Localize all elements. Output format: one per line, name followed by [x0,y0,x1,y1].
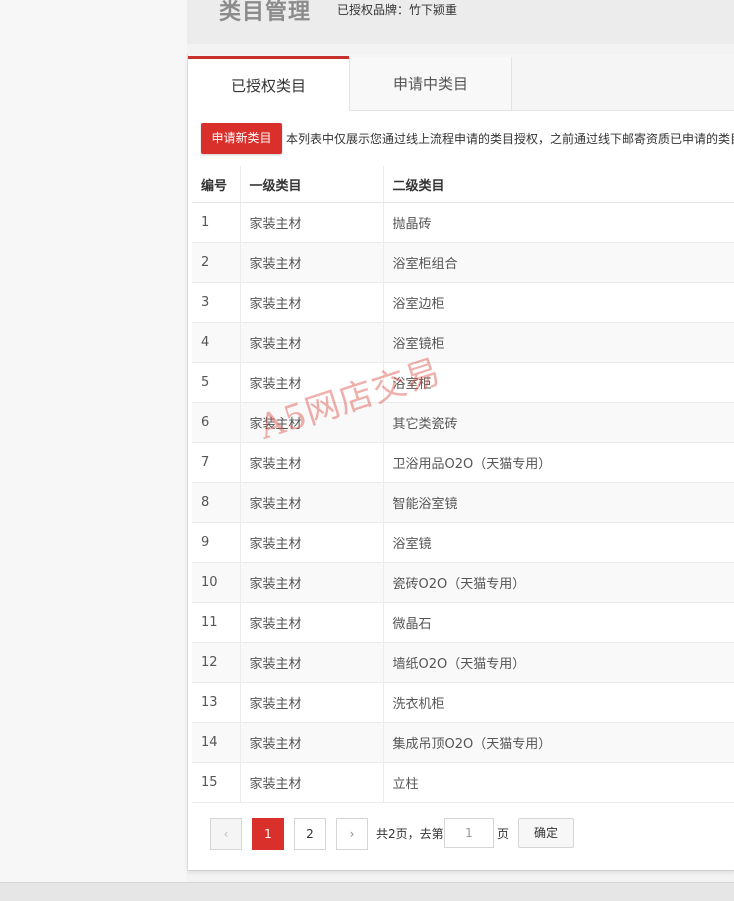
table-row: 12 家装主材 墙纸O2O（天猫专用） [192,642,734,683]
table-row: 14 家装主材 集成吊顶O2O（天猫专用） [192,722,734,763]
table-row: 15 家装主材 立柱 [192,762,734,803]
cell-level1-category: 家装主材 [240,242,384,283]
prev-page-button[interactable]: ‹ [210,818,242,850]
bottom-strip [0,882,734,901]
cell-number: 2 [192,242,241,283]
table-row: 1 家装主材 抛晶砖 [192,202,734,243]
column-header-level2: 二级类目 [383,166,734,203]
table-row: 9 家装主材 浴室镜 [192,522,734,563]
cell-number: 4 [192,322,241,363]
cell-level1-category: 家装主材 [240,762,384,803]
cell-level2-category: 立柱 [383,762,734,803]
page-number-input[interactable]: 1 [444,818,494,848]
cell-level1-category: 家装主材 [240,322,384,363]
table-header-row: 编号 一级类目 二级类目 [192,166,734,203]
notice-text: 本列表中仅展示您通过线上流程申请的类目授权，之前通过线下邮寄资质已申请的类目 [286,132,734,146]
cell-level1-category: 家装主材 [240,562,384,603]
page-button-2[interactable]: 2 [294,818,326,850]
table-row: 3 家装主材 浴室边柜 [192,282,734,323]
cell-level1-category: 家装主材 [240,282,384,323]
page-title: 类目管理 [219,0,312,25]
cell-level2-category: 其它类瓷砖 [383,402,734,443]
next-page-button[interactable]: › [336,818,368,850]
cell-level1-category: 家装主材 [240,642,384,683]
table-row: 4 家装主材 浴室镜柜 [192,322,734,363]
cell-level2-category: 集成吊顶O2O（天猫专用） [383,722,734,763]
tab-bar: 已授权类目 申请中类目 [188,54,734,114]
cell-level2-category: 墙纸O2O（天猫专用） [383,642,734,683]
brand-label: 已授权品牌：竹下颍重 [337,3,458,17]
page-suffix-text: 页 [497,827,510,841]
category-table: 编号 一级类目 二级类目 1 家装主材 抛晶砖 2 家装主材 浴室柜组合 3 家装主材 浴室边柜… [192,166,734,803]
cell-level2-category: 卫浴用品O2O（天猫专用） [383,442,734,483]
cell-number: 5 [192,362,241,403]
cell-level2-category: 洗衣机柜 [383,682,734,723]
cell-level2-category: 浴室边柜 [383,282,734,323]
cell-number: 11 [192,602,241,643]
apply-new-category-button[interactable]: 申请新类目 [201,123,282,154]
cell-number: 13 [192,682,241,723]
cell-level1-category: 家装主材 [240,682,384,723]
cell-level2-category: 浴室柜 [383,362,734,403]
cell-level1-category: 家装主材 [240,202,384,243]
cell-level1-category: 家装主材 [240,522,384,563]
cell-level2-category: 浴室镜柜 [383,322,734,363]
column-header-level1: 一级类目 [240,166,384,203]
cell-level1-category: 家装主材 [240,722,384,763]
cell-level1-category: 家装主材 [240,482,384,523]
cell-number: 6 [192,402,241,443]
confirm-page-button[interactable]: 确定 [518,818,574,848]
cell-level2-category: 浴室柜组合 [383,242,734,283]
cell-number: 1 [192,202,241,243]
cell-number: 3 [192,282,241,323]
cell-level2-category: 浴室镜 [383,522,734,563]
cell-number: 7 [192,442,241,483]
cell-level2-category: 微晶石 [383,602,734,643]
table-row: 5 家装主材 浴室柜 [192,362,734,403]
category-panel: 已授权类目 申请中类目 申请新类目 本列表中仅展示您通过线上流程申请的类目授权，… [187,54,734,871]
cell-level2-category: 智能浴室镜 [383,482,734,523]
table-row: 2 家装主材 浴室柜组合 [192,242,734,283]
cell-level1-category: 家装主材 [240,402,384,443]
cell-level1-category: 家装主材 [240,442,384,483]
cell-number: 9 [192,522,241,563]
cell-level2-category: 瓷砖O2O（天猫专用） [383,562,734,603]
column-header-number: 编号 [192,166,241,203]
table-row: 8 家装主材 智能浴室镜 [192,482,734,523]
cell-number: 10 [192,562,241,603]
table-row: 11 家装主材 微晶石 [192,602,734,643]
tab-authorized-categories[interactable]: 已授权类目 [188,56,349,114]
cell-number: 14 [192,722,241,763]
table-row: 10 家装主材 瓷砖O2O（天猫专用） [192,562,734,603]
total-pages-text: 共2页，去第 [376,827,444,841]
cell-level2-category: 抛晶砖 [383,202,734,243]
cell-level1-category: 家装主材 [240,362,384,403]
table-row: 13 家装主材 洗衣机柜 [192,682,734,723]
page-button-1[interactable]: 1 [252,818,284,850]
cell-number: 12 [192,642,241,683]
cell-number: 15 [192,762,241,803]
cell-number: 8 [192,482,241,523]
table-row: 6 家装主材 其它类瓷砖 [192,402,734,443]
table-row: 7 家装主材 卫浴用品O2O（天猫专用） [192,442,734,483]
cell-level1-category: 家装主材 [240,602,384,643]
tab-pending-categories[interactable]: 申请中类目 [349,57,512,110]
left-blank-area [0,0,187,882]
